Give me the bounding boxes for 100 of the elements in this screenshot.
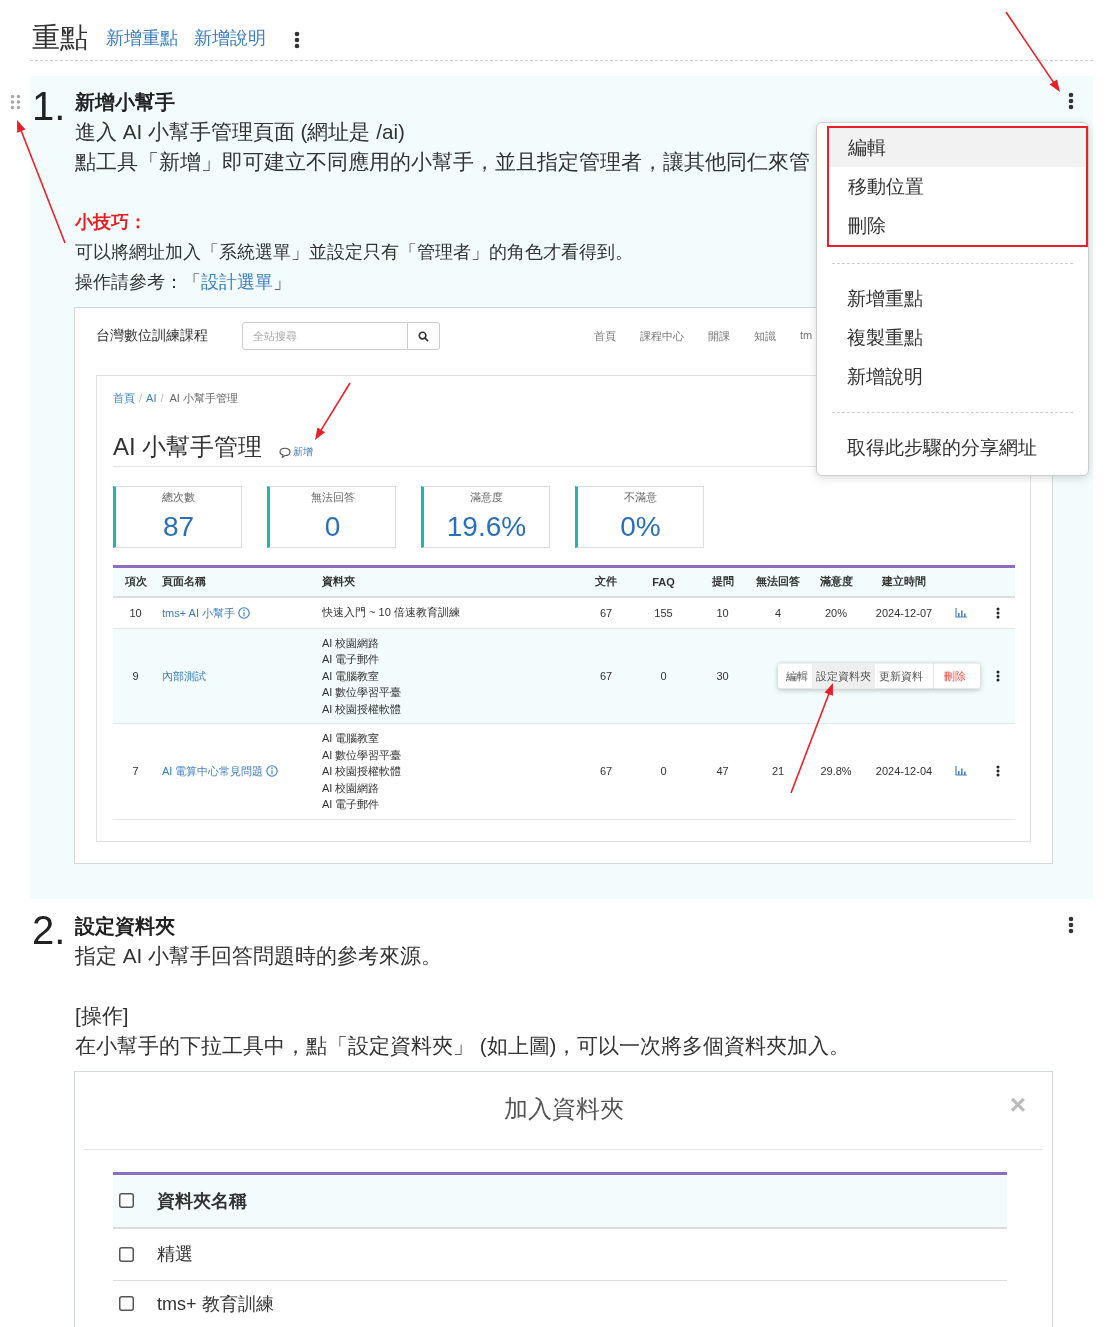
- popup-menu-item[interactable]: 更新資料: [875, 663, 927, 689]
- folder-name: AI 數位學習平臺: [322, 747, 402, 763]
- table-cell: 29.8%: [806, 723, 866, 819]
- reference-link[interactable]: 設計選單: [201, 272, 273, 292]
- menu-item[interactable]: 複製重點: [817, 318, 1088, 357]
- table-cell: 21: [750, 723, 806, 819]
- table-cell: 67: [580, 628, 632, 724]
- column-header: 資料夾名稱: [157, 1189, 247, 1213]
- folder-name: AI 校園授權軟體: [322, 701, 402, 717]
- paragraph-line: 在小幫手的下拉工具中，點「設定資料夾」 (如上圖)，可以一次將多個資料夾加入。: [75, 1032, 851, 1059]
- paragraph-line: 進入 AI 小幫手管理頁面 (網址是 /ai): [75, 119, 405, 145]
- table-cell: 30: [695, 628, 750, 724]
- table-cell: 2024-12-07: [866, 596, 942, 628]
- folder-name: 精選: [157, 1243, 193, 1266]
- folder-name: AI 電腦教室: [322, 668, 380, 684]
- menu-item[interactable]: 編輯: [829, 128, 1086, 167]
- table-cell: 9: [113, 628, 158, 724]
- search-field[interactable]: 全站搜尋: [242, 322, 408, 350]
- column-header: 文件: [580, 566, 632, 597]
- info-icon[interactable]: [238, 606, 251, 619]
- stat-label: 無法回答: [309, 490, 356, 504]
- info-icon[interactable]: [266, 765, 279, 778]
- folder-name: 快速入門 ~ 10 倍速教育訓練: [322, 605, 460, 621]
- vertical-dots-icon[interactable]: [995, 606, 1000, 619]
- vertical-dots-icon[interactable]: [1068, 915, 1074, 934]
- reference-text: 操作請參考：「設計選單」: [75, 271, 291, 294]
- nav-link[interactable]: 首頁: [594, 328, 616, 344]
- breadcrumb-link[interactable]: AI: [146, 390, 157, 406]
- popup-menu-item[interactable]: 編輯: [782, 663, 812, 689]
- menu-item[interactable]: 移動位置: [829, 167, 1086, 206]
- header-link[interactable]: 新增重點: [106, 26, 178, 50]
- stat-value: 19.6%: [445, 510, 528, 544]
- folder-name: AI 電子郵件: [322, 652, 380, 667]
- tip-label: 小技巧：: [75, 211, 147, 234]
- table-cell: 20%: [806, 596, 866, 628]
- annotation-arrow: [315, 382, 351, 440]
- menu-item[interactable]: 刪除: [829, 206, 1086, 245]
- breadcrumb-separator: /: [139, 391, 143, 406]
- nav-link[interactable]: 知識: [754, 328, 776, 344]
- folder-name: AI 校園網路: [322, 635, 380, 651]
- menu-item[interactable]: 新增說明: [817, 357, 1088, 396]
- column-header: 提問: [695, 566, 750, 597]
- add-link[interactable]: 新增: [279, 446, 314, 458]
- table-cell: 4: [750, 596, 806, 628]
- vertical-dots-icon[interactable]: [995, 765, 1000, 778]
- table-cell: 0: [632, 723, 695, 819]
- nav-link[interactable]: tm: [800, 328, 813, 344]
- popup-menu-item[interactable]: 刪除: [933, 663, 976, 689]
- vertical-dots-icon[interactable]: [1068, 92, 1074, 110]
- table-cell: 67: [580, 596, 632, 628]
- speech-bubble-icon: [279, 446, 292, 458]
- stat-label: 總次數: [161, 490, 196, 504]
- column-header: 無法回答: [750, 566, 806, 597]
- step-number: 2.: [32, 907, 66, 952]
- page-title: 重點: [32, 21, 88, 55]
- search-icon: [418, 330, 429, 342]
- page-name-link[interactable]: AI 電算中心常見問題: [162, 765, 264, 778]
- checkbox[interactable]: [119, 1296, 134, 1311]
- folder-name: AI 校園網路: [322, 780, 380, 796]
- menu-item[interactable]: 取得此步驟的分享網址: [817, 428, 1088, 467]
- column-header: FAQ: [632, 566, 695, 597]
- column-header: 建立時間: [866, 566, 942, 597]
- search-button[interactable]: [408, 322, 440, 350]
- stat-label: 滿意度: [469, 490, 504, 504]
- table-cell: 10: [695, 596, 750, 628]
- vertical-dots-icon[interactable]: [294, 31, 300, 49]
- breadcrumb-link[interactable]: 首頁: [113, 390, 135, 406]
- folder-name: AI 校園授權軟體: [322, 764, 402, 779]
- column-header: 項次: [113, 566, 158, 597]
- paragraph-line: [操作]: [75, 1002, 129, 1029]
- page-name-link[interactable]: 內部測試: [162, 669, 206, 682]
- table-cell: 2024-12-04: [866, 723, 942, 819]
- step-title: 新增小幫手: [75, 90, 175, 115]
- modal-title: 加入資料夾: [503, 1094, 624, 1122]
- table-cell: 47: [695, 723, 750, 819]
- folder-name: AI 電子郵件: [322, 797, 380, 812]
- nav-link[interactable]: 課程中心: [640, 328, 684, 344]
- table-cell: 10: [113, 596, 158, 628]
- nav-link[interactable]: 開課: [708, 328, 730, 344]
- tip-text: 可以將網址加入「系統選單」並設定只有「管理者」的角色才看得到。: [75, 241, 633, 264]
- page-name-link[interactable]: tms+ AI 小幫手: [162, 606, 236, 619]
- vertical-dots-icon[interactable]: [995, 669, 1000, 682]
- header-link[interactable]: 新增說明: [194, 26, 266, 50]
- bar-chart-icon[interactable]: [955, 607, 967, 618]
- table-cell: 155: [632, 596, 695, 628]
- site-title: 台灣數位訓練課程: [96, 327, 208, 345]
- stat-label: 不滿意: [623, 490, 658, 504]
- checkbox[interactable]: [119, 1246, 134, 1262]
- table-row[interactable]: 10 tms+ AI 小幫手 快速入門 ~ 10 倍速教育訓練 67 155 10 4 20% 2024-12-07: [113, 596, 1015, 628]
- paragraph-line: 點工具「新增」即可建立不同應用的小幫手，並且指定管理者，讓其他同仁來管: [75, 149, 810, 175]
- checkbox[interactable]: [119, 1193, 134, 1208]
- table-row[interactable]: 7 AI 電算中心常見問題 AI 電腦教室 AI 數位學習平臺 AI 校園授權軟體 AI 校園網路 AI 電子郵件 67 0 47 21 29.8% 2024-12-04: [113, 723, 1015, 819]
- table-cell: 7: [113, 723, 158, 819]
- breadcrumb-separator: /: [160, 391, 164, 406]
- stat-value: 0%: [619, 510, 662, 544]
- bar-chart-icon[interactable]: [955, 766, 967, 777]
- popup-menu-item[interactable]: 設定資料夾: [812, 663, 875, 689]
- breadcrumb-current: AI 小幫手管理: [169, 391, 238, 406]
- grip-icon[interactable]: [10, 94, 21, 110]
- menu-item[interactable]: 新增重點: [817, 279, 1088, 318]
